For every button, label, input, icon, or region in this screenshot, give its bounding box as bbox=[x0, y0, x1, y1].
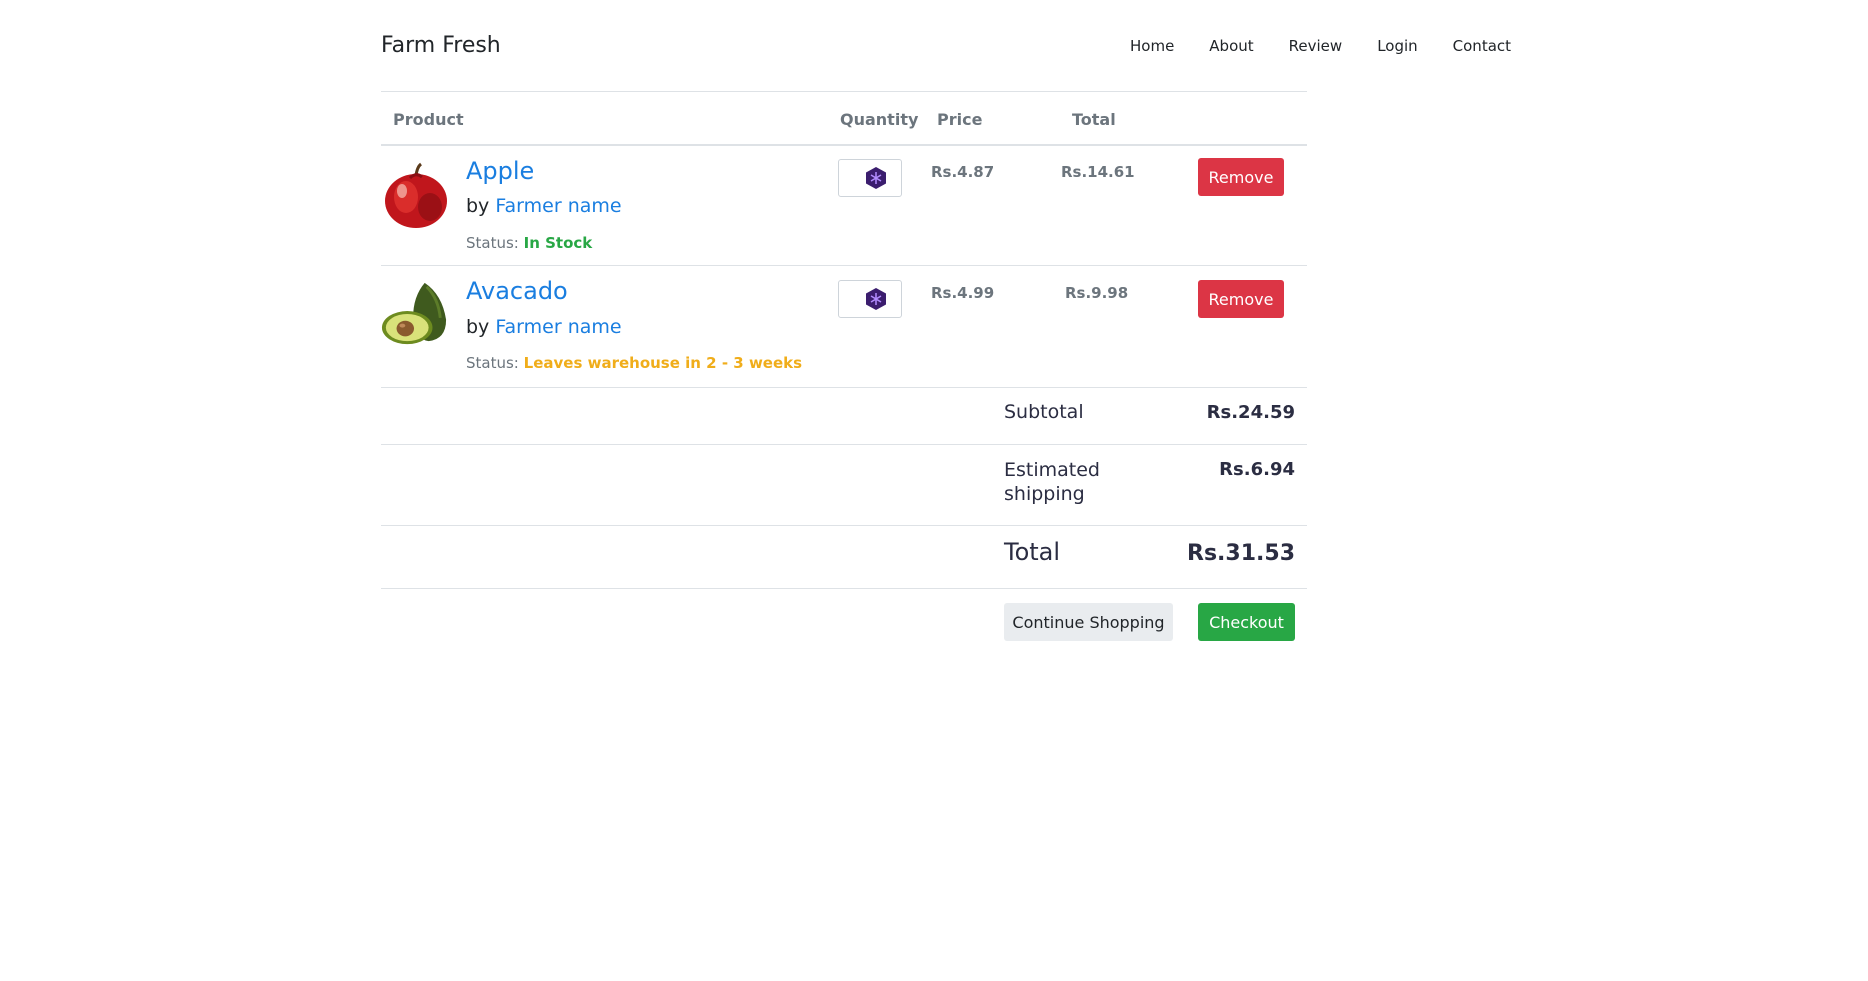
item-total: Rs.14.61 bbox=[1061, 163, 1135, 181]
shipping-label-line-2: shipping bbox=[1004, 483, 1085, 505]
cart-page: Farm Fresh Home About Review Login Conta… bbox=[0, 0, 1868, 981]
status-label: Status: bbox=[466, 234, 519, 252]
table-top-divider bbox=[381, 91, 1307, 92]
nav-contact-link[interactable]: Contact bbox=[1453, 37, 1511, 55]
header-quantity: Quantity bbox=[840, 110, 919, 129]
main-nav: Home About Review Login Contact bbox=[1130, 37, 1511, 55]
product-status: Status: In Stock bbox=[466, 234, 592, 252]
status-value: In Stock bbox=[523, 234, 593, 252]
by-label: by bbox=[466, 195, 490, 217]
status-value: Leaves warehouse in 2 - 3 weeks bbox=[523, 354, 803, 372]
product-farmer-line: by Farmer name bbox=[466, 316, 622, 338]
brand-logo[interactable]: Farm Fresh bbox=[381, 33, 501, 58]
quantity-select[interactable] bbox=[838, 280, 902, 318]
continue-shopping-button[interactable]: Continue Shopping bbox=[1004, 603, 1173, 641]
header-total: Total bbox=[1072, 110, 1116, 129]
avocado-image bbox=[381, 282, 447, 345]
row-divider bbox=[381, 387, 1307, 388]
nav-review-link[interactable]: Review bbox=[1289, 37, 1343, 55]
product-name-link[interactable]: Apple bbox=[466, 157, 534, 185]
quantity-extension-icon bbox=[866, 288, 886, 310]
remove-button[interactable]: Remove bbox=[1198, 158, 1284, 196]
checkout-button[interactable]: Checkout bbox=[1198, 603, 1295, 641]
apple-image bbox=[385, 162, 447, 228]
nav-login-link[interactable]: Login bbox=[1377, 37, 1417, 55]
farmer-name-link[interactable]: Farmer name bbox=[495, 316, 621, 338]
nav-about-link[interactable]: About bbox=[1209, 37, 1253, 55]
product-farmer-line: by Farmer name bbox=[466, 195, 622, 217]
shipping-label-line-1: Estimated bbox=[1004, 459, 1100, 481]
subtotal-label: Subtotal bbox=[1004, 401, 1084, 423]
product-status: Status: Leaves warehouse in 2 - 3 weeks bbox=[466, 354, 802, 372]
item-total: Rs.9.98 bbox=[1065, 284, 1129, 302]
quantity-select[interactable] bbox=[838, 159, 902, 197]
status-label: Status: bbox=[466, 354, 519, 372]
header-price: Price bbox=[937, 110, 983, 129]
shipping-value: Rs.6.94 bbox=[1219, 459, 1295, 480]
summary-divider bbox=[381, 525, 1307, 526]
shipping-label: Estimated shipping bbox=[1004, 458, 1100, 506]
farmer-name-link[interactable]: Farmer name bbox=[495, 195, 621, 217]
remove-button[interactable]: Remove bbox=[1198, 280, 1284, 318]
total-label: Total bbox=[1004, 538, 1061, 566]
summary-divider bbox=[381, 444, 1307, 445]
product-name-link[interactable]: Avacado bbox=[466, 277, 568, 305]
subtotal-value: Rs.24.59 bbox=[1206, 402, 1295, 423]
nav-home-link[interactable]: Home bbox=[1130, 37, 1174, 55]
summary-divider bbox=[381, 588, 1307, 589]
header-product: Product bbox=[393, 110, 464, 129]
by-label: by bbox=[466, 316, 490, 338]
row-divider bbox=[381, 265, 1307, 266]
item-price: Rs.4.99 bbox=[931, 284, 995, 302]
quantity-extension-icon bbox=[866, 167, 886, 189]
table-header-divider bbox=[381, 144, 1307, 146]
item-price: Rs.4.87 bbox=[931, 163, 995, 181]
total-value: Rs.31.53 bbox=[1187, 541, 1295, 566]
